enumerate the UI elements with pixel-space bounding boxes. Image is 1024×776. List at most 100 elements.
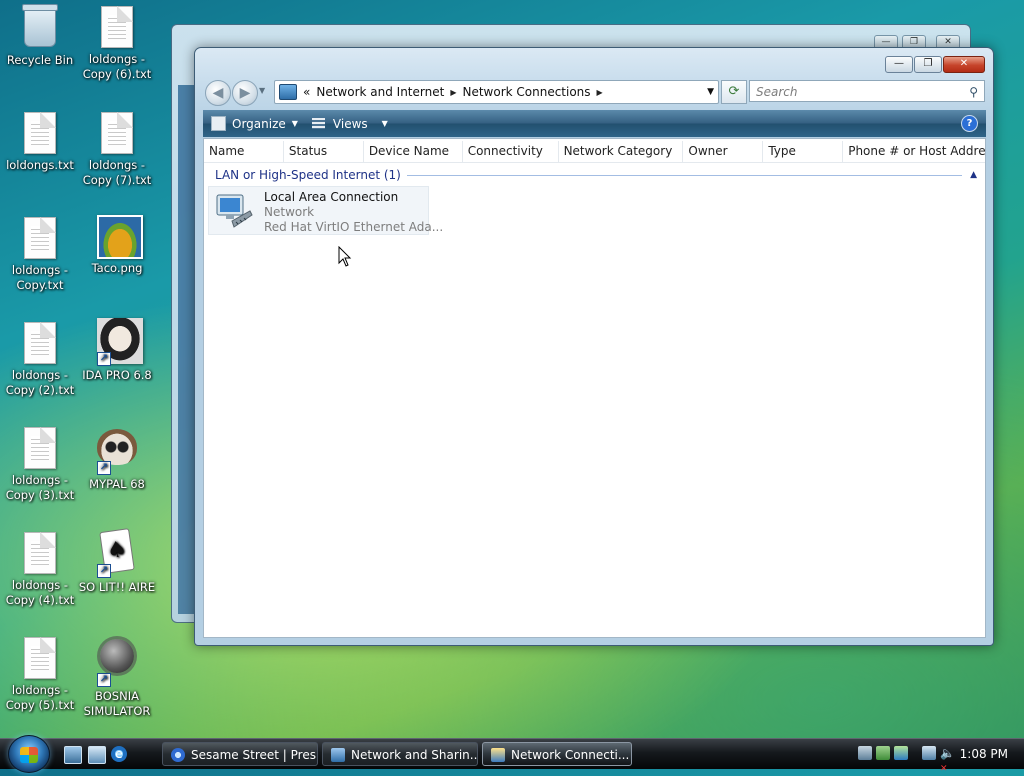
start-button[interactable] (8, 735, 50, 773)
tray-network-icon[interactable] (876, 746, 890, 760)
list-item-local-area-connection[interactable]: Local Area Connection Network Red Hat Vi… (208, 186, 443, 235)
chevron-up-icon[interactable]: ▲ (970, 170, 977, 180)
minimize-button[interactable]: — (885, 56, 913, 73)
network-connections-window[interactable]: — ❐ ✕ ◀ ▶ ▼ « Network and Internet ▶ Net… (194, 47, 994, 646)
raccoon-icon: ↗ (97, 429, 137, 475)
system-clock[interactable]: 1:08 PM (960, 739, 1008, 769)
organize-button[interactable]: Organize ▼ (211, 116, 298, 131)
desktop-icon-label: loldongs - Copy (6).txt (82, 52, 152, 81)
recycle-bin-icon (20, 4, 60, 51)
text-file-icon (20, 532, 60, 576)
address-dropdown-icon[interactable]: ▼ (707, 87, 714, 97)
views-button[interactable]: Views ▼ (311, 117, 388, 131)
organize-label: Organize (232, 116, 286, 131)
taskbar-button-sesame-street[interactable]: Sesame Street | Pres... (162, 742, 318, 766)
forward-button[interactable]: ▶ (232, 80, 258, 106)
taskbar-button-network-and-sharing[interactable]: Network and Sharin... (322, 742, 478, 766)
search-input[interactable]: Search ⚲ (749, 80, 985, 102)
shortcut-arrow-icon: ↗ (97, 352, 111, 366)
column-header-owner[interactable]: Owner (683, 141, 764, 162)
desktop-icon-label: BOSNIA SIMULATOR (83, 689, 151, 718)
tray-security-icon[interactable] (894, 746, 908, 760)
shortcut-arrow-icon: ↗ (97, 564, 111, 578)
group-header[interactable]: LAN or High-Speed Internet (1) ▲ (215, 167, 977, 183)
desktop-icon-bosnia[interactable]: ↗ BOSNIA SIMULATOR (77, 633, 157, 719)
column-header-status[interactable]: Status (284, 141, 364, 162)
text-file-icon (20, 427, 60, 471)
desktop-icon-label: loldongs - Copy (3).txt (5, 473, 75, 502)
close-button[interactable]: ✕ (943, 56, 985, 73)
maximize-button[interactable]: ❐ (914, 56, 942, 73)
file-list-pane[interactable]: Name Status Device Name Connectivity Net… (203, 138, 986, 638)
desktop-icon-label: Taco.png (91, 261, 143, 275)
text-file-icon (20, 322, 60, 366)
navigation-bar: ◀ ▶ ▼ « Network and Internet ▶ Network C… (203, 78, 985, 106)
tray-app-icon[interactable] (858, 746, 872, 760)
window-caption-buttons: — ❐ ✕ (885, 56, 985, 73)
notification-area: 🔈✕ 1:08 PM (852, 739, 1024, 774)
breadcrumb-network-connections[interactable]: Network Connections ▶ (462, 85, 602, 99)
network-center-icon (331, 748, 345, 762)
ida-pro-icon: ↗ (97, 318, 143, 366)
help-button[interactable]: ? (961, 115, 978, 132)
desktop-icon-ida-pro[interactable]: ↗ IDA PRO 6.8 (77, 318, 157, 383)
column-header-type[interactable]: Type (763, 141, 844, 162)
desktop-icon-txt[interactable]: loldongs - Copy (3).txt (0, 427, 80, 503)
taskbar-button-label: Sesame Street | Pres... (191, 748, 318, 762)
back-button[interactable]: ◀ (205, 80, 231, 106)
group-label: LAN or High-Speed Internet (1) (215, 168, 401, 182)
column-header-name[interactable]: Name (204, 141, 284, 162)
column-header-network-category[interactable]: Network Category (559, 141, 684, 162)
network-adapter-icon (216, 194, 253, 228)
desktop-icon-recycle-bin[interactable]: Recycle Bin (0, 4, 80, 68)
taskbar: e Sesame Street | Pres... Network and Sh… (0, 735, 1024, 774)
search-placeholder: Search (756, 85, 798, 99)
desktop-icon-label: MYPAL 68 (89, 477, 145, 491)
desktop-icon-label: loldongs - Copy (2).txt (5, 368, 75, 397)
text-file-icon (20, 637, 60, 681)
column-header-phone-host[interactable]: Phone # or Host Addre... (843, 141, 985, 162)
desktop-icon-txt[interactable]: loldongs - Copy (7).txt (77, 112, 157, 188)
desktop-icon-taco[interactable]: Taco.png (77, 215, 157, 276)
breadcrumb-arrow-icon[interactable]: ▶ (597, 88, 603, 97)
connection-status: Network (264, 205, 315, 219)
taskbar-button-label: Network Connecti... (511, 748, 630, 762)
desktop-icon-label: loldongs - Copy (5).txt (5, 683, 75, 712)
desktop-icon-txt[interactable]: loldongs - Copy (5).txt (0, 637, 80, 713)
desktop-icon-mypal[interactable]: ↗ MYPAL 68 (77, 425, 157, 492)
column-header-connectivity[interactable]: Connectivity (463, 141, 559, 162)
connection-name: Local Area Connection (264, 190, 399, 204)
breadcrumb-arrow-icon[interactable]: ▶ (450, 88, 456, 97)
address-bar[interactable]: « Network and Internet ▶ Network Connect… (274, 80, 719, 104)
column-header-device-name[interactable]: Device Name (364, 141, 463, 162)
taco-image-icon (97, 215, 143, 259)
mouse-cursor-icon (338, 246, 352, 267)
desktop-icon-solitaire[interactable]: ♠ ↗ SO LIT!! AIRE (77, 528, 157, 595)
recent-pages-dropdown[interactable]: ▼ (259, 86, 265, 95)
search-icon[interactable]: ⚲ (969, 81, 978, 103)
desktop-icon-txt[interactable]: loldongs - Copy (4).txt (0, 532, 80, 608)
desktop-icon-txt[interactable]: loldongs - Copy (2).txt (0, 322, 80, 398)
desktop-icon-txt[interactable]: loldongs - Copy.txt (0, 217, 80, 293)
breadcrumb-label: Network and Internet (316, 85, 445, 99)
refresh-button[interactable]: ⟳ (721, 80, 747, 104)
breadcrumb-network-and-internet[interactable]: Network and Internet ▶ (316, 85, 456, 99)
taskbar-button-network-connections[interactable]: Network Connecti... (482, 742, 632, 766)
desktop-icon-label: loldongs.txt (6, 158, 74, 172)
desktop-icon-txt[interactable]: loldongs.txt (0, 112, 80, 173)
show-desktop-icon[interactable] (64, 746, 82, 764)
chevron-down-icon[interactable]: ▼ (382, 119, 388, 128)
network-folder-icon (491, 748, 505, 762)
playing-card-icon: ♠ ↗ (97, 528, 137, 578)
breadcrumb-overflow[interactable]: « (303, 85, 310, 99)
taskbar-button-label: Network and Sharin... (351, 748, 478, 762)
volume-muted-icon[interactable]: 🔈✕ (940, 746, 955, 774)
column-headers: Name Status Device Name Connectivity Net… (204, 141, 985, 163)
refresh-icon: ⟳ (728, 84, 740, 99)
desktop-icon-label: loldongs - Copy (7).txt (82, 158, 152, 187)
network-status-icon[interactable] (922, 746, 936, 760)
spiked-mine-icon: ↗ (97, 639, 137, 687)
desktop-icon-txt[interactable]: loldongs - Copy (6).txt (77, 6, 157, 82)
internet-explorer-icon[interactable]: e (111, 746, 127, 762)
switch-windows-icon[interactable] (88, 746, 106, 764)
